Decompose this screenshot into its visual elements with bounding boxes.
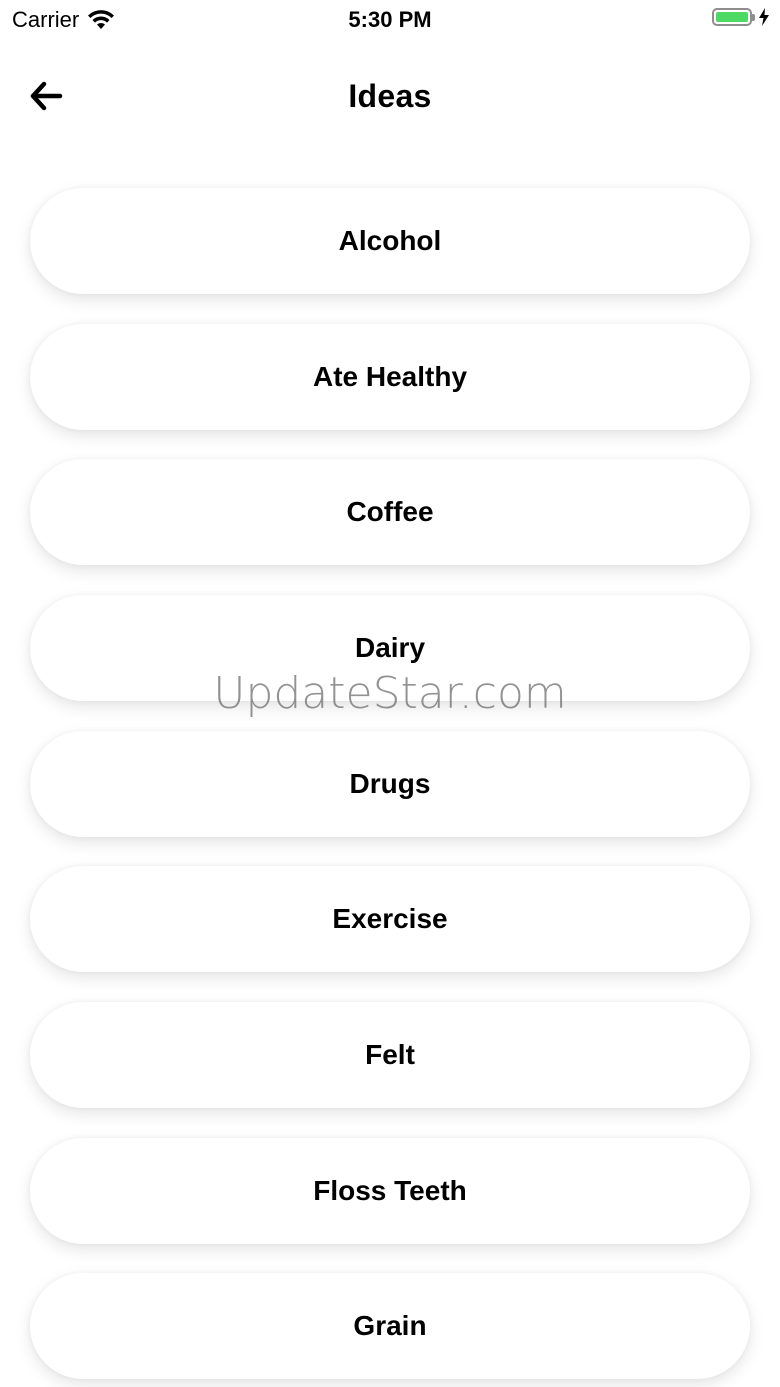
- navigation-bar: Ideas: [0, 60, 780, 138]
- idea-item-drugs[interactable]: Drugs: [30, 731, 750, 837]
- idea-item-felt[interactable]: Felt: [30, 1002, 750, 1108]
- status-bar: Carrier 5:30 PM: [0, 0, 780, 40]
- idea-item-alcohol[interactable]: Alcohol: [30, 188, 750, 294]
- battery-icon: [712, 8, 755, 26]
- idea-item-dairy[interactable]: Dairy: [30, 595, 750, 701]
- idea-item-exercise[interactable]: Exercise: [30, 866, 750, 972]
- page-title: Ideas: [348, 78, 432, 114]
- charging-icon: [758, 8, 770, 26]
- battery-fill: [716, 12, 748, 22]
- idea-item-grain[interactable]: Grain: [30, 1273, 750, 1379]
- status-time: 5:30 PM: [348, 7, 432, 32]
- idea-item-coffee[interactable]: Coffee: [30, 459, 750, 565]
- idea-item-floss-teeth[interactable]: Floss Teeth: [30, 1138, 750, 1244]
- battery-indicator: [712, 8, 770, 26]
- idea-item-ate-healthy[interactable]: Ate Healthy: [30, 324, 750, 430]
